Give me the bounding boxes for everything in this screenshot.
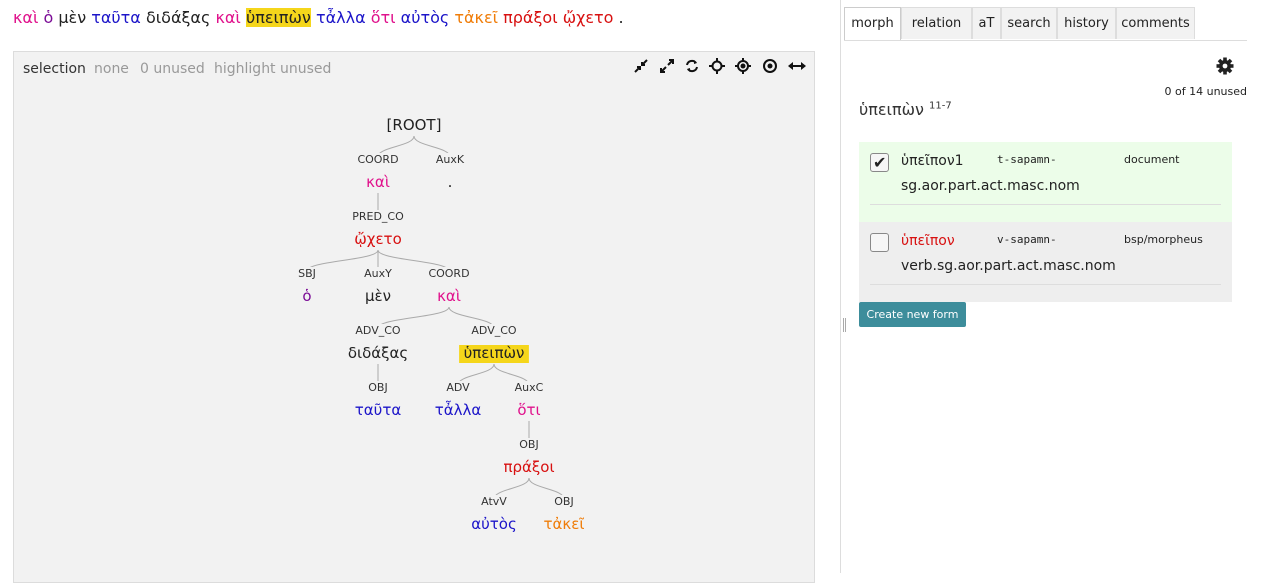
relation-label[interactable]: ADV_CO xyxy=(471,324,517,337)
tree-node[interactable]: τἆλλα xyxy=(435,400,482,419)
form-postag: t-sapamn- xyxy=(997,153,1057,166)
sentence-line: καὶ ὁ μὲν ταῦτα διδάξας καὶ ὑπειπὼν τἆλλ… xyxy=(13,8,624,27)
sentence-token[interactable]: ταῦτα xyxy=(91,8,141,27)
form-divider xyxy=(870,284,1221,285)
tree-node[interactable]: ὅτι xyxy=(517,401,540,419)
relation-label[interactable]: OBJ xyxy=(519,438,538,451)
tree-node[interactable]: διδάξας xyxy=(348,344,408,362)
relation-label[interactable]: COORD xyxy=(357,153,398,166)
relation-label[interactable]: AuxK xyxy=(436,153,465,166)
relation-label[interactable]: SBJ xyxy=(298,267,316,280)
tab-relation[interactable]: relation xyxy=(901,7,972,39)
tree-node[interactable]: ᾤχετο xyxy=(354,230,402,248)
relation-label[interactable]: ADV xyxy=(446,381,470,394)
form-morphology: sg.aor.part.act.masc.nom xyxy=(901,178,1080,194)
tree-panel: selection none 0 unused highlight unused… xyxy=(13,51,815,583)
relation-label[interactable]: PRED_CO xyxy=(352,210,404,223)
form-checkbox[interactable] xyxy=(870,233,889,252)
form-lemma: ὑπεῖπον xyxy=(901,233,955,249)
sentence-token[interactable]: πράξοι xyxy=(503,8,557,27)
form-postag: v-sapamn- xyxy=(997,233,1057,246)
tree-node[interactable]: ταῦτα xyxy=(355,401,402,419)
form-title-id: 11-7 xyxy=(929,100,952,112)
tree-node[interactable]: ὑπειπὼν xyxy=(464,344,525,362)
gear-icon[interactable] xyxy=(1215,56,1235,76)
relation-label[interactable]: AtvV xyxy=(481,495,507,508)
form-divider xyxy=(870,204,1221,205)
tree-root-node[interactable]: [ROOT] xyxy=(387,116,442,134)
sentence-token[interactable]: ὅτι xyxy=(371,8,396,27)
checkmark-icon: ✔ xyxy=(873,153,887,172)
form-lemma: ὑπεῖπον1 xyxy=(901,153,964,169)
sentence-token[interactable]: καὶ xyxy=(13,8,38,27)
sentence-token[interactable]: καὶ xyxy=(215,8,240,27)
unused-count: 0 of 14 unused xyxy=(1164,85,1247,98)
relation-label[interactable]: COORD xyxy=(428,267,469,280)
sentence-token[interactable]: αὐτὸς xyxy=(401,8,450,27)
sentence-token[interactable]: ὑπειπὼν xyxy=(245,8,311,27)
form-title: ὑπειπὼν 11-7 xyxy=(859,100,952,119)
tree-node[interactable]: μὲν xyxy=(365,287,391,305)
relation-label[interactable]: AuxC xyxy=(515,381,544,394)
form-checkbox[interactable]: ✔ xyxy=(870,153,889,172)
tree-node[interactable]: ὁ xyxy=(302,287,311,305)
resize-handle[interactable] xyxy=(843,318,846,332)
sentence-token[interactable]: . xyxy=(619,8,624,27)
tree-node[interactable]: πράξοι xyxy=(503,458,554,476)
form-morphology: verb.sg.aor.part.act.masc.nom xyxy=(901,258,1116,274)
panel-divider xyxy=(840,0,841,573)
tab-at[interactable]: aT xyxy=(972,7,1001,39)
sentence-token[interactable]: διδάξας xyxy=(146,8,210,27)
sentence-token[interactable]: τἆλλα xyxy=(316,8,366,27)
tab-divider xyxy=(844,40,1247,41)
form-source: document xyxy=(1124,153,1180,166)
syntax-tree: [ROOT] COORD καὶ AuxK. PRED_CO ᾤχετο SBJ ὁ AuxY μ… xyxy=(295,116,585,533)
create-new-form-button[interactable]: Create new form xyxy=(859,302,966,327)
tree-node[interactable]: καὶ xyxy=(437,287,461,305)
form-title-word: ὑπειπὼν xyxy=(859,100,924,119)
relation-label[interactable]: ADV_CO xyxy=(355,324,401,337)
relation-label[interactable]: OBJ xyxy=(554,495,573,508)
tab-comments[interactable]: comments xyxy=(1116,7,1195,39)
tab-morph[interactable]: morph xyxy=(844,7,901,40)
form-source: bsp/morpheus xyxy=(1124,233,1203,246)
morph-form-option[interactable]: ὑπεῖπον v-sapamn- bsp/morpheus verb.sg.a… xyxy=(859,222,1232,302)
morph-form-option[interactable]: ✔ ὑπεῖπον1 t-sapamn- document sg.aor.par… xyxy=(859,142,1232,222)
tab-history[interactable]: history xyxy=(1057,7,1116,39)
tree-node[interactable]: . xyxy=(448,173,453,191)
sentence-token[interactable]: ὁ xyxy=(43,8,53,27)
sentence-token[interactable]: τἀκεῖ xyxy=(454,8,498,27)
relation-label[interactable]: OBJ xyxy=(368,381,387,394)
relation-label[interactable]: AuxY xyxy=(364,267,392,280)
tree-node[interactable]: τἀκεῖ xyxy=(544,515,585,533)
sentence-token[interactable]: μὲν xyxy=(58,8,86,27)
tab-search[interactable]: search xyxy=(1001,7,1057,39)
tree-node[interactable]: καὶ xyxy=(366,173,390,191)
tree-node[interactable]: αὐτὸς xyxy=(471,515,517,533)
sentence-token[interactable]: ᾤχετο xyxy=(563,8,614,27)
